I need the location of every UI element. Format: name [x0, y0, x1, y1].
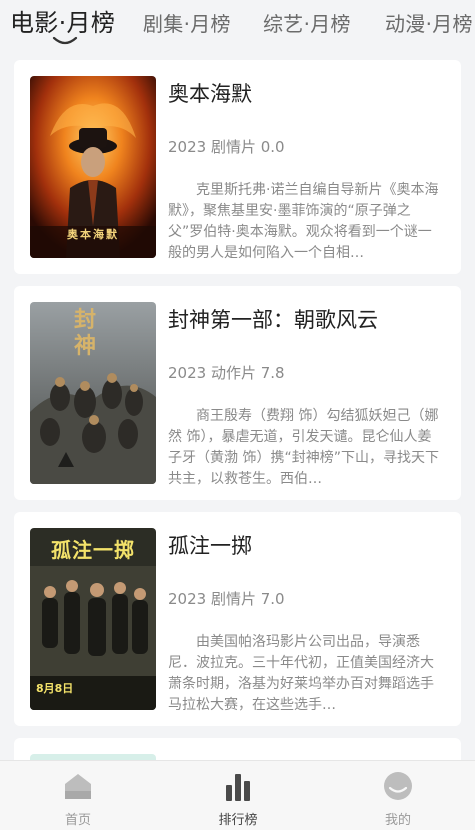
active-tab-indicator — [52, 36, 78, 45]
movie-meta: 2023 剧情片 0.0 — [168, 138, 285, 156]
movie-description: 由美国帕洛玛影片公司出品，导演悉尼．波拉克。三十年代初，正值美国经济大萧条时期，… — [168, 634, 434, 713]
category-tabs: 电影·月榜 剧集·月榜 综艺·月榜 动漫·月榜 — [0, 0, 475, 54]
tab-variety-monthly[interactable]: 综艺·月榜 — [263, 10, 351, 38]
movie-poster[interactable]: 奥本海默 — [30, 76, 156, 258]
nav-label-ranking: 排行榜 — [218, 813, 258, 828]
poster-date-text: 8月8日 — [36, 682, 74, 695]
tab-series-monthly[interactable]: 剧集·月榜 — [143, 10, 231, 38]
poster-title-text: 封神 — [74, 308, 97, 359]
chart-icon — [226, 774, 250, 801]
movie-meta: 2023 动作片 7.8 — [168, 364, 285, 382]
movie-meta: 2023 剧情片 7.0 — [168, 590, 285, 608]
movie-description: 克里斯托弗·诺兰自编自导新片《奥本海默》，聚焦基里安·墨菲饰演的“原子弹之父”罗… — [168, 182, 439, 261]
movie-card[interactable]: 孤注一掷 8月8日 孤注一掷 2023 剧情片 7.0 由美国帕洛玛影片公司出品… — [14, 512, 461, 726]
movie-poster[interactable]: 孤注一掷 8月8日 — [30, 528, 156, 710]
bottom-navigation: 首页 排行榜 我的 — [0, 760, 475, 830]
nav-label-home: 首页 — [64, 813, 91, 828]
ranking-page: 电影·月榜 剧集·月榜 综艺·月榜 动漫·月榜 奥本海默 奥本海默 2023 剧… — [0, 0, 475, 830]
poster-title-text: 孤注一掷 — [51, 538, 135, 562]
movie-title[interactable]: 孤注一掷 — [168, 530, 252, 560]
movie-title[interactable]: 封神第一部：朝歌风云 — [168, 304, 378, 334]
poster-title-text: 奥本海默 — [67, 228, 119, 241]
tab-movie-monthly[interactable]: 电影·月榜 — [10, 9, 115, 37]
movie-card[interactable]: 封神 封神第一部：朝歌风云 2023 动作片 7.8 商王殷寿（费翔 饰）勾结狐… — [14, 286, 461, 500]
home-icon — [65, 774, 91, 799]
nav-item-profile[interactable]: 我的 — [358, 769, 438, 828]
nav-item-home[interactable]: 首页 — [38, 769, 118, 828]
movie-card[interactable]: 奥本海默 奥本海默 2023 剧情片 0.0 克里斯托弗·诺兰自编自导新片《奥本… — [14, 60, 461, 274]
profile-icon — [384, 772, 412, 800]
tab-anime-monthly[interactable]: 动漫·月榜 — [385, 10, 473, 38]
movie-description: 商王殷寿（费翔 饰）勾结狐妖妲己（娜然 饰），暴虐无道，引发天谴。昆仑仙人姜子牙… — [168, 408, 439, 487]
movie-title[interactable]: 奥本海默 — [168, 78, 252, 108]
movie-poster[interactable]: 封神 — [30, 302, 156, 484]
nav-label-profile: 我的 — [384, 813, 411, 828]
nav-item-ranking[interactable]: 排行榜 — [198, 769, 278, 828]
